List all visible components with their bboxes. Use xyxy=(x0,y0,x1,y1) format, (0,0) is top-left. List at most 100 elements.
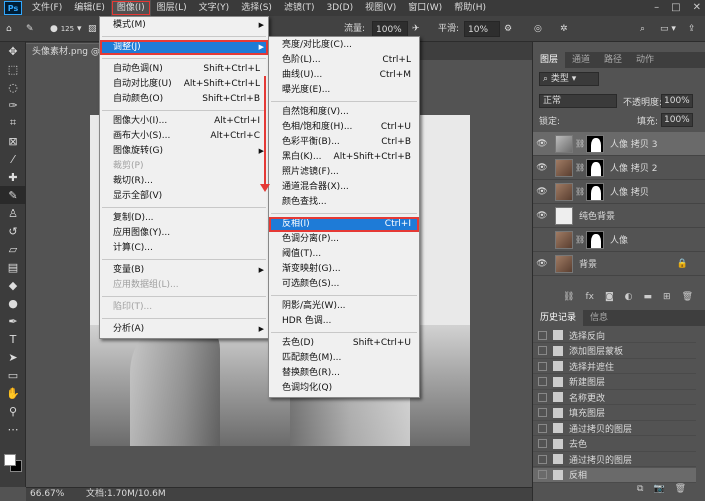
eraser-tool-icon[interactable]: ▱ xyxy=(0,240,26,258)
zoom-tool-icon[interactable]: ⚲ xyxy=(0,402,26,420)
flow-input[interactable]: 100% xyxy=(372,21,408,37)
layer-filter-select[interactable]: ⌕ 类型 ▾ xyxy=(539,72,599,86)
visibility-eye-icon[interactable]: 👁 xyxy=(533,139,551,149)
mask-link-icon[interactable]: ⛓ xyxy=(575,139,585,148)
layer-thumbnail[interactable] xyxy=(555,134,573,153)
layer-thumbnail[interactable] xyxy=(555,158,573,177)
visibility-eye-icon[interactable]: 👁 xyxy=(533,235,551,245)
layer-row[interactable]: 👁 ⛓ 人像 拷贝 2 xyxy=(533,156,705,180)
menu-option[interactable]: 模式(M) ▶ xyxy=(100,18,268,33)
menu-option[interactable]: 可选颜色(S)... xyxy=(269,277,419,292)
history-brush-source-checkbox[interactable] xyxy=(538,454,547,464)
search-icon[interactable]: ⌕ xyxy=(640,21,645,37)
layer-row[interactable]: 👁 纯色背景 xyxy=(533,204,705,228)
maximize-button[interactable]: □ xyxy=(671,2,680,13)
menu-option[interactable]: 照片滤镜(F)... xyxy=(269,165,419,180)
eyedropper-tool-icon[interactable]: ⁄ xyxy=(0,150,26,168)
menu-option[interactable]: 亮度/对比度(C)... xyxy=(269,38,419,53)
menu-item[interactable]: 图层(L) xyxy=(151,0,193,16)
dodge-tool-icon[interactable]: ● xyxy=(0,294,26,312)
symmetry-icon[interactable]: ✲ xyxy=(560,21,568,37)
menu-option[interactable]: 渐变映射(G)... xyxy=(269,262,419,277)
airbrush-icon[interactable]: ✈ xyxy=(412,21,420,37)
history-brush-tool-icon[interactable]: ↺ xyxy=(0,222,26,240)
healing-tool-icon[interactable]: ✚ xyxy=(0,168,26,186)
menu-option[interactable]: 色阶(L)... Ctrl+L xyxy=(269,53,419,68)
document-tab[interactable]: 头像素材.png @ xyxy=(26,43,106,60)
layer-mask-thumbnail[interactable] xyxy=(586,230,604,249)
menu-option[interactable]: 自动色调(N) Shift+Ctrl+L xyxy=(100,62,268,77)
menu-option[interactable]: 黑白(K)... Alt+Shift+Ctrl+B xyxy=(269,150,419,165)
panel-tab[interactable]: 路径 xyxy=(597,52,629,68)
layer-mask-thumbnail[interactable] xyxy=(586,134,604,153)
menu-option[interactable]: 裁切(R)... xyxy=(100,174,268,189)
history-brush-source-checkbox[interactable] xyxy=(538,439,547,448)
layer-row[interactable]: 👁 背景 🔒 xyxy=(533,252,705,276)
brush-settings-icon[interactable]: ▨ xyxy=(88,21,97,37)
menu-item[interactable]: 文件(F) xyxy=(26,0,68,16)
menu-item[interactable]: 帮助(H) xyxy=(448,0,492,16)
opacity-input[interactable]: 100% xyxy=(661,94,693,108)
panel-tab[interactable]: 通道 xyxy=(565,52,597,68)
delete-state-icon[interactable]: 🗑 xyxy=(675,484,686,494)
fx-icon[interactable]: fx xyxy=(585,292,594,302)
brush-preset-picker[interactable]: ● 125 ▾ xyxy=(50,21,81,37)
menu-option[interactable]: 颜色查找... xyxy=(269,195,419,210)
layer-row[interactable]: 👁 ⛓ 人像 xyxy=(533,228,705,252)
mask-link-icon[interactable]: ⛓ xyxy=(575,163,585,172)
menu-option[interactable]: 计算(C)... xyxy=(100,241,268,256)
clone-stamp-tool-icon[interactable]: ♙ xyxy=(0,204,26,222)
menu-option[interactable]: 图像大小(I)... Alt+Ctrl+I xyxy=(100,114,268,129)
history-brush-source-checkbox[interactable] xyxy=(538,408,547,417)
history-brush-source-checkbox[interactable] xyxy=(538,423,547,433)
close-button[interactable]: ✕ xyxy=(693,2,701,13)
menu-option[interactable]: 通道混合器(X)... xyxy=(269,180,419,195)
more-tools-icon[interactable]: ⋯ xyxy=(0,420,26,438)
visibility-eye-icon[interactable]: 👁 xyxy=(533,163,551,173)
menu-option[interactable]: 替换颜色(R)... xyxy=(269,366,419,381)
foreground-color-swatch[interactable] xyxy=(4,454,16,466)
menu-item[interactable]: 3D(D) xyxy=(320,0,359,16)
panel-tab[interactable]: 信息 xyxy=(583,310,615,326)
minimize-button[interactable]: – xyxy=(654,2,659,13)
mask-icon[interactable]: ◙ xyxy=(605,292,614,302)
share-icon[interactable]: ⇪ xyxy=(688,21,696,37)
frame-tool-icon[interactable]: ⊠ xyxy=(0,132,26,150)
adjustment-icon[interactable]: ◐ xyxy=(625,292,633,302)
panel-tab[interactable]: 历史记录 xyxy=(533,310,584,326)
history-state[interactable]: 名称更改 xyxy=(533,390,696,405)
menu-item[interactable]: 滤镜(T) xyxy=(278,0,321,16)
menu-option[interactable]: 图像旋转(G) ▶ xyxy=(100,144,268,159)
menu-option[interactable]: 显示全部(V) xyxy=(100,189,268,204)
brush-tool-icon[interactable]: ✎ xyxy=(0,186,26,204)
menu-option[interactable]: 自动颜色(O) Shift+Ctrl+B xyxy=(100,92,268,107)
history-state[interactable]: 选择并遮住 xyxy=(533,359,696,374)
folder-icon[interactable]: ▬ xyxy=(644,292,653,302)
menu-option[interactable]: 调整(J) ▶ xyxy=(100,40,268,55)
trash-icon[interactable]: 🗑 xyxy=(682,292,693,302)
menu-item[interactable]: 图像(I) xyxy=(110,0,151,16)
menu-option[interactable]: 阴影/高光(W)... xyxy=(269,299,419,314)
smoothing-options-icon[interactable]: ⚙ xyxy=(504,21,512,37)
fill-input[interactable]: 100% xyxy=(661,113,693,127)
menu-item[interactable]: 编辑(E) xyxy=(68,0,111,16)
menu-option[interactable]: 分析(A) ▶ xyxy=(100,322,268,337)
history-state[interactable]: 添加图层蒙板 xyxy=(533,344,696,359)
menu-option[interactable]: 曲线(U)... Ctrl+M xyxy=(269,68,419,83)
lasso-tool-icon[interactable]: ◌ xyxy=(0,78,26,96)
menu-option[interactable]: 色调分离(P)... xyxy=(269,232,419,247)
history-brush-source-checkbox[interactable] xyxy=(538,330,547,340)
link-icon[interactable]: ⛓ xyxy=(563,292,574,302)
layer-thumbnail[interactable] xyxy=(555,206,573,225)
menu-option[interactable]: 画布大小(S)... Alt+Ctrl+C xyxy=(100,129,268,144)
menu-option[interactable]: 陷印(T)... xyxy=(100,300,268,315)
history-brush-source-checkbox[interactable] xyxy=(538,392,547,402)
move-tool-icon[interactable]: ✥ xyxy=(0,42,26,60)
menu-item[interactable]: 窗口(W) xyxy=(402,0,448,16)
menu-option[interactable]: 应用数据组(L)... xyxy=(100,278,268,293)
path-select-tool-icon[interactable]: ➤ xyxy=(0,348,26,366)
menu-option[interactable]: 反相(I) Ctrl+I xyxy=(269,217,419,232)
visibility-eye-icon[interactable]: 👁 xyxy=(533,187,551,197)
marquee-tool-icon[interactable]: ⬚ xyxy=(0,60,26,78)
menu-item[interactable]: 选择(S) xyxy=(235,0,278,16)
